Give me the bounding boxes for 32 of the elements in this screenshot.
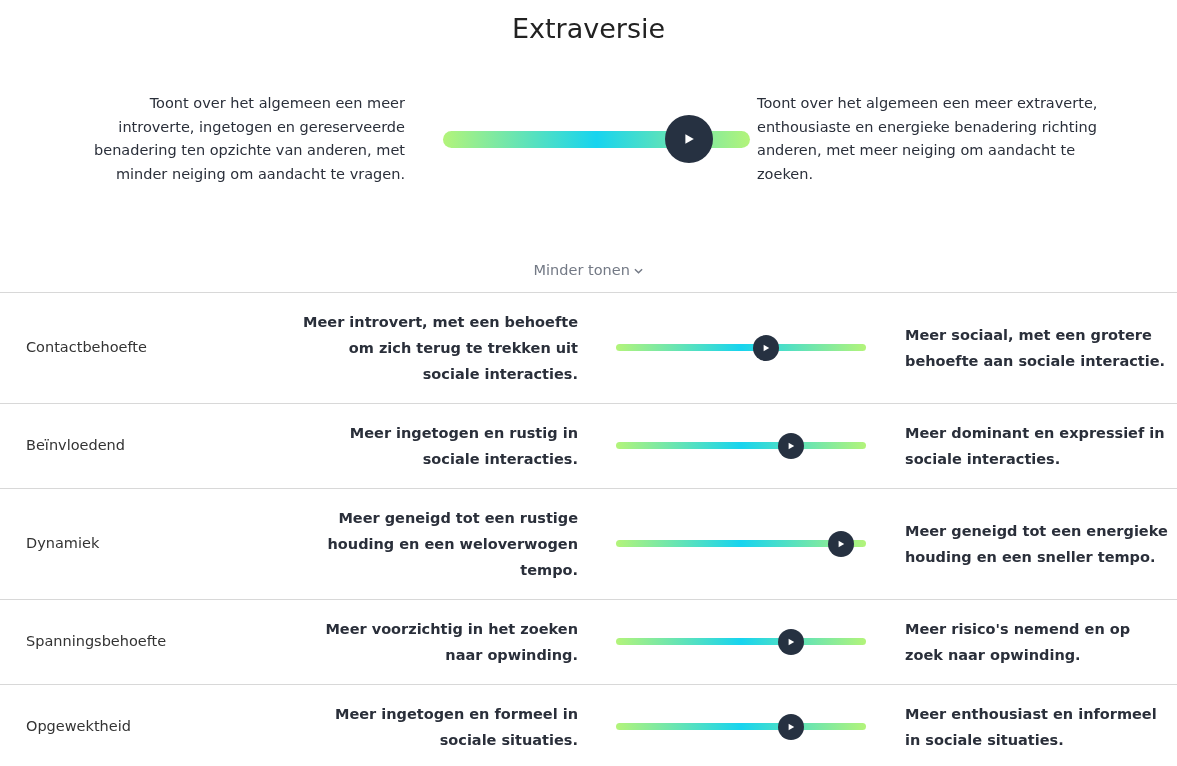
slider-thumb[interactable] — [753, 334, 779, 361]
play-icon — [787, 637, 795, 646]
facet-low-description: Meer ingetogen en rustig in sociale interacties. — [348, 423, 578, 469]
facet-name: Contactbehoefte — [25, 337, 148, 357]
chevron-icon — [634, 268, 644, 274]
trait-description: Toont over het algemeen een meer extraverte, enthousiaste en energieke benadering richting anderen, met meer neiging om aandacht te zoeken. — [756, 94, 1099, 184]
facet-low-description: Meer voorzichtig in het zoeken naar opwinding. — [324, 619, 578, 665]
play-icon — [787, 441, 795, 450]
facet-name: Opgewektheid — [25, 716, 132, 736]
play-icon — [682, 133, 695, 145]
slider-thumb[interactable] — [778, 713, 804, 740]
show-less-toggle[interactable]: Minder tonen — [525, 256, 652, 286]
facet-high-description: Meer geneigd tot een energieke houding en een sneller tempo. — [905, 521, 1169, 567]
slider-thumb[interactable] — [778, 628, 804, 655]
play-icon — [787, 722, 795, 731]
slider-thumb[interactable] — [664, 115, 713, 163]
slider-thumb[interactable] — [828, 530, 854, 557]
facet-high-description: Meer risico's nemend en op zoek naar opwinding. — [905, 619, 1132, 665]
slider-thumb[interactable] — [778, 432, 804, 459]
facet-low-description: Meer introvert, met een behoefte om zich terug te trekken uit sociale interacties. — [302, 312, 578, 384]
facet-name: Spanningsbehoefte — [25, 631, 168, 651]
facet-low-description: Meer ingetogen en formeel in sociale situaties. — [334, 704, 578, 750]
facet-high-description: Meer dominant en expressief in sociale interacties. — [905, 423, 1166, 469]
trait-description: Toont over het algemeen een meer introverte, ingetogen en gereserveerde benadering ten opzichte van anderen, met minder neiging om aandacht te vragen. — [93, 94, 405, 184]
section-title: Extraversie — [510, 12, 667, 46]
play-icon — [762, 343, 770, 352]
facet-name: Dynamiek — [25, 533, 101, 553]
facet-low-description: Meer geneigd tot een rustige houding en een weloverwogen tempo. — [326, 508, 578, 580]
facet-name: Beïnvloedend — [25, 435, 126, 455]
facet-high-description: Meer sociaal, met een grotere behoefte aan sociale interactie. — [905, 325, 1167, 371]
play-icon — [837, 539, 845, 548]
facet-high-description: Meer enthousiast en informeel in sociale situaties. — [905, 704, 1158, 750]
